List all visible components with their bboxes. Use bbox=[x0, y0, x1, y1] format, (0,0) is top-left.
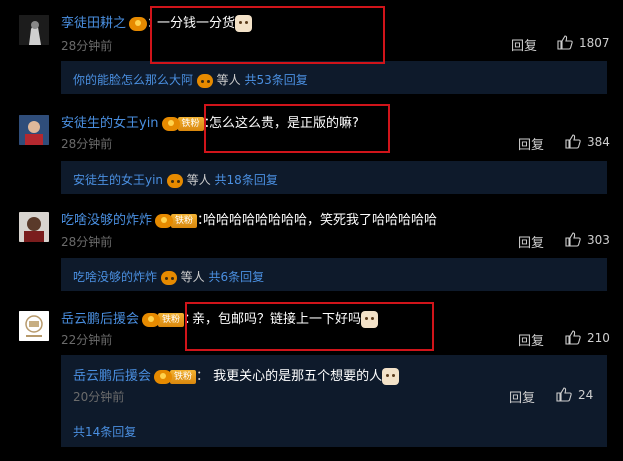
vip-badge-icon bbox=[166, 173, 183, 188]
fan-badge: 铁粉 bbox=[177, 116, 204, 131]
sub-reply-panel: 安徒生的女王yin 等人 共18条回复 bbox=[61, 161, 607, 194]
like-count: 384 bbox=[587, 134, 610, 149]
view-more-replies[interactable]: 共53条回复 bbox=[245, 73, 308, 87]
like-count: 1807 bbox=[579, 35, 610, 50]
sub-like-button[interactable]: 24 bbox=[556, 387, 593, 402]
sub-reply-time: 20分钟前 bbox=[73, 390, 125, 404]
sub-reply-line: 岳云鹏后援会 铁粉： 我更关心的是那五个想要的人 bbox=[73, 365, 400, 385]
vip-badge-icon bbox=[196, 73, 213, 88]
username[interactable]: 吃啥没够的炸炸 铁粉： bbox=[61, 209, 210, 228]
username-text[interactable]: 安徒生的女王yin bbox=[61, 116, 159, 131]
reply-button[interactable]: 回复 bbox=[518, 330, 544, 349]
reply-button[interactable]: 回复 bbox=[511, 35, 537, 54]
sub-reply-user[interactable]: 岳云鹏后援会 bbox=[73, 369, 151, 384]
colon: ： bbox=[196, 369, 214, 384]
thumbs-up-icon bbox=[557, 35, 573, 50]
cat-emoji-icon bbox=[382, 368, 400, 385]
username[interactable]: 岳云鹏后援会 铁粉： bbox=[61, 308, 197, 327]
timestamp: 28分钟前 bbox=[61, 39, 113, 53]
highlight-box bbox=[185, 302, 434, 351]
like-count: 210 bbox=[587, 330, 610, 345]
username-text[interactable]: 岳云鹏后援会 bbox=[61, 312, 139, 327]
like-button[interactable]: 303 bbox=[565, 232, 610, 247]
username-text[interactable]: 孪徒田耕之 bbox=[61, 16, 126, 31]
sub-reply-summary[interactable]: 吃啥没够的炸炸 等人 共6条回复 bbox=[73, 268, 264, 285]
sub-reply-panel: 吃啥没够的炸炸 等人 共6条回复 bbox=[61, 258, 607, 291]
vip-badge-icon bbox=[154, 369, 173, 384]
thumbs-up-icon bbox=[565, 330, 581, 345]
sub-reply-text: 等人 bbox=[186, 173, 211, 187]
username[interactable]: 安徒生的女王yin 铁粉： bbox=[61, 112, 217, 131]
timestamp: 28分钟前 bbox=[61, 137, 113, 151]
vip-badge-icon bbox=[129, 16, 148, 31]
sub-reply-panel: 岳云鹏后援会 铁粉： 我更关心的是那五个想要的人 20分钟前 回复 24 共14条… bbox=[61, 355, 607, 447]
avatar[interactable] bbox=[19, 212, 49, 242]
like-button[interactable]: 1807 bbox=[557, 35, 610, 50]
highlight-box bbox=[150, 6, 385, 64]
comment-text: 哈哈哈哈哈哈哈哈，笑死我了哈哈哈哈哈 bbox=[203, 213, 438, 228]
thumbs-up-icon bbox=[565, 232, 581, 247]
reply-button[interactable]: 回复 bbox=[518, 134, 544, 153]
avatar[interactable] bbox=[19, 15, 49, 45]
sub-reply-summary[interactable]: 安徒生的女王yin 等人 共18条回复 bbox=[73, 171, 278, 188]
timestamp: 28分钟前 bbox=[61, 235, 113, 249]
thumbs-up-icon bbox=[556, 387, 572, 402]
vip-badge-icon bbox=[161, 116, 180, 131]
sub-reply-user[interactable]: 安徒生的女王yin bbox=[73, 173, 163, 187]
sub-reply-panel: 你的能脸怎么那么大阿 等人 共53条回复 bbox=[61, 61, 607, 94]
comment: 吃啥没够的炸炸 铁粉： 哈哈哈哈哈哈哈哈，笑死我了哈哈哈哈哈 28分钟前 回复 3… bbox=[0, 198, 623, 298]
fan-badge: 铁粉 bbox=[170, 369, 197, 384]
like-button[interactable]: 210 bbox=[565, 330, 610, 345]
sub-reply-button[interactable]: 回复 bbox=[509, 387, 535, 406]
avatar[interactable] bbox=[19, 311, 49, 341]
thumbs-up-icon bbox=[565, 134, 581, 149]
fan-badge: 铁粉 bbox=[158, 312, 185, 327]
highlight-box bbox=[204, 104, 390, 153]
vip-badge-icon bbox=[160, 270, 177, 285]
vip-badge-icon bbox=[142, 312, 161, 327]
avatar[interactable] bbox=[19, 115, 49, 145]
sub-reply-summary[interactable]: 你的能脸怎么那么大阿 等人 共53条回复 bbox=[73, 71, 308, 88]
like-count: 24 bbox=[578, 387, 594, 402]
like-button[interactable]: 384 bbox=[565, 134, 610, 149]
sub-reply-text: 等人 bbox=[180, 270, 205, 284]
username-text[interactable]: 吃啥没够的炸炸 bbox=[61, 213, 152, 228]
like-count: 303 bbox=[587, 232, 610, 247]
view-more-replies[interactable]: 共14条回复 bbox=[73, 423, 136, 440]
timestamp: 22分钟前 bbox=[61, 333, 113, 347]
reply-button[interactable]: 回复 bbox=[518, 232, 544, 251]
sub-reply-text: 等人 bbox=[216, 73, 241, 87]
sub-reply-user[interactable]: 吃啥没够的炸炸 bbox=[73, 270, 157, 284]
view-more-replies[interactable]: 共6条回复 bbox=[209, 270, 265, 284]
vip-badge-icon bbox=[155, 213, 174, 228]
fan-badge: 铁粉 bbox=[171, 213, 198, 228]
view-more-replies[interactable]: 共18条回复 bbox=[215, 173, 278, 187]
sub-reply-user[interactable]: 你的能脸怎么那么大阿 bbox=[73, 73, 193, 87]
username[interactable]: 孪徒田耕之： bbox=[61, 12, 160, 31]
sub-reply-text: 我更关心的是那五个想要的人 bbox=[213, 369, 383, 384]
